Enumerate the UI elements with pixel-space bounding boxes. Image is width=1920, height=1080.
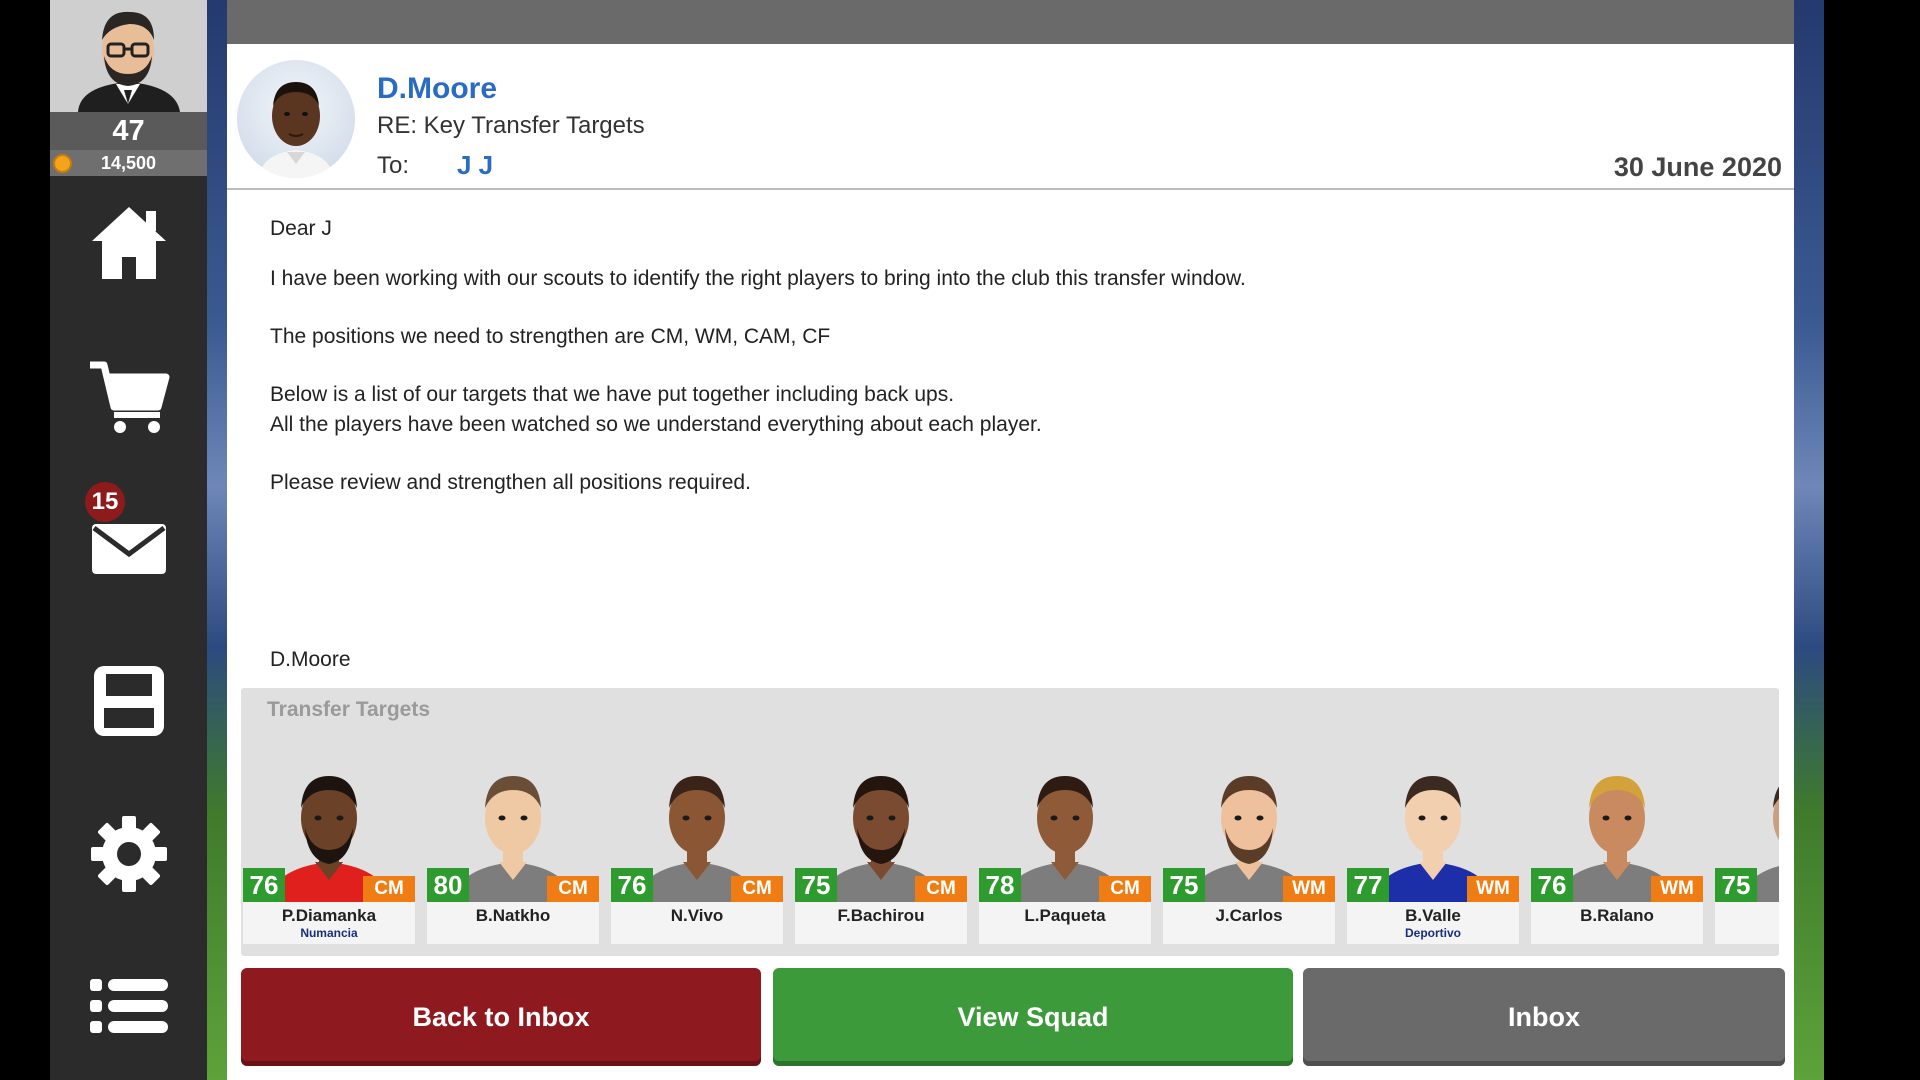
- player-name: B.Natkho: [475, 906, 551, 925]
- message-subject: RE: Key Transfer Targets: [377, 112, 645, 139]
- home-icon: [92, 207, 166, 279]
- body-line-1: I have been working with our scouts to i…: [270, 267, 1246, 290]
- player-card[interactable]: 76 CM N.Vivo: [611, 756, 783, 952]
- player-position: WM: [1283, 876, 1335, 902]
- player-position: CM: [547, 876, 599, 902]
- player-rating: 75: [1163, 868, 1205, 902]
- manager-profile[interactable]: 47 14,500: [50, 0, 207, 176]
- player-position: CM: [1099, 876, 1151, 902]
- body-line-2: The positions we need to strengthen are …: [270, 325, 831, 348]
- player-rating: 76: [243, 868, 285, 902]
- inbox-button[interactable]: Inbox: [1303, 968, 1785, 1066]
- player-card[interactable]: 75: [1715, 756, 1779, 952]
- manager-level: 47: [50, 112, 207, 150]
- list-icon: [90, 979, 168, 1033]
- player-info: [1715, 902, 1779, 944]
- player-card-list[interactable]: 76 CM P.Diamanka Numancia 80 CM B.Natkho 76 CM…: [243, 756, 1779, 956]
- player-position: WM: [1651, 876, 1703, 902]
- message-panel: D.Moore RE: Key Transfer Targets To: J J…: [227, 0, 1794, 1080]
- save-button[interactable]: [88, 660, 170, 742]
- transfer-targets-title: Transfer Targets: [267, 698, 431, 721]
- player-name: L.Paqueta: [1024, 906, 1106, 925]
- menu-button[interactable]: [88, 965, 170, 1047]
- settings-button[interactable]: [88, 813, 170, 895]
- player-name: J.Carlos: [1215, 906, 1283, 925]
- player-info: J.Carlos: [1163, 902, 1335, 944]
- sender-avatar: [237, 60, 355, 178]
- player-info: L.Paqueta: [979, 902, 1151, 944]
- player-rating: 75: [1715, 868, 1757, 902]
- cart-icon: [90, 361, 170, 433]
- signature: D.Moore: [270, 648, 351, 671]
- player-position: WM: [1467, 876, 1519, 902]
- player-rating: 77: [1347, 868, 1389, 902]
- player-card[interactable]: 75 WM J.Carlos: [1163, 756, 1335, 952]
- player-info: F.Bachirou: [795, 902, 967, 944]
- player-rating: 76: [1531, 868, 1573, 902]
- body-line-3: Below is a list of our targets that we h…: [270, 383, 955, 406]
- player-card[interactable]: 78 CM L.Paqueta: [979, 756, 1151, 952]
- gear-icon: [91, 816, 167, 892]
- player-position: CM: [731, 876, 783, 902]
- recipient-name: J J: [457, 150, 494, 180]
- mail-icon: [92, 524, 166, 574]
- right-edge: [1824, 0, 1920, 1080]
- player-rating: 76: [611, 868, 653, 902]
- message-header: D.Moore RE: Key Transfer Targets To: J J…: [227, 44, 1794, 190]
- player-name: B.Valle: [1405, 906, 1461, 925]
- coin-icon: [53, 154, 72, 173]
- player-info: N.Vivo: [611, 902, 783, 944]
- player-position: CM: [915, 876, 967, 902]
- player-name: F.Bachirou: [837, 906, 925, 925]
- transfer-targets-panel: Transfer Targets 76 CM P.Diamanka Numancia: [241, 688, 1779, 956]
- player-info: P.Diamanka Numancia: [243, 902, 415, 944]
- coin-balance: 14,500: [50, 150, 207, 176]
- view-squad-button[interactable]: View Squad: [773, 968, 1293, 1066]
- player-card[interactable]: 75 CM F.Bachirou: [795, 756, 967, 952]
- left-edge: [0, 0, 50, 1080]
- player-rating: 80: [427, 868, 469, 902]
- shop-button[interactable]: [88, 355, 170, 437]
- recipient-label: To:: [377, 152, 410, 179]
- message-body: Dear J I have been working with our scou…: [270, 214, 1750, 498]
- home-button[interactable]: [88, 201, 170, 283]
- player-info: B.Valle Deportivo: [1347, 902, 1519, 944]
- body-line-5: Please review and strengthen all positio…: [270, 471, 751, 494]
- manager-avatar: [50, 0, 207, 112]
- player-rating: 75: [795, 868, 837, 902]
- message-date: 30 June 2020: [1613, 152, 1782, 182]
- player-name: P.Diamanka: [281, 906, 377, 925]
- mail-button[interactable]: [88, 508, 170, 590]
- player-name: N.Vivo: [670, 906, 724, 925]
- body-line-4: All the players have been watched so we …: [270, 413, 1042, 436]
- sidebar: 47 14,500 15: [50, 0, 207, 1080]
- player-card[interactable]: 76 WM B.Ralano: [1531, 756, 1703, 952]
- player-rating: 78: [979, 868, 1021, 902]
- player-card[interactable]: 76 CM P.Diamanka Numancia: [243, 756, 415, 952]
- player-info: B.Ralano: [1531, 902, 1703, 944]
- top-bar: [227, 0, 1794, 44]
- sender-name: D.Moore: [377, 72, 497, 105]
- back-to-inbox-button[interactable]: Back to Inbox: [241, 968, 761, 1066]
- player-card[interactable]: 77 WM B.Valle Deportivo: [1347, 756, 1519, 952]
- player-card[interactable]: 80 CM B.Natkho: [427, 756, 599, 952]
- greeting: Dear J: [270, 217, 332, 240]
- player-club: Numancia: [300, 926, 358, 940]
- coin-amount: 14,500: [100, 153, 157, 173]
- player-position: CM: [363, 876, 415, 902]
- player-club: Deportivo: [1404, 926, 1461, 940]
- player-name: B.Ralano: [1580, 906, 1654, 925]
- player-info: B.Natkho: [427, 902, 599, 944]
- save-icon: [94, 666, 164, 736]
